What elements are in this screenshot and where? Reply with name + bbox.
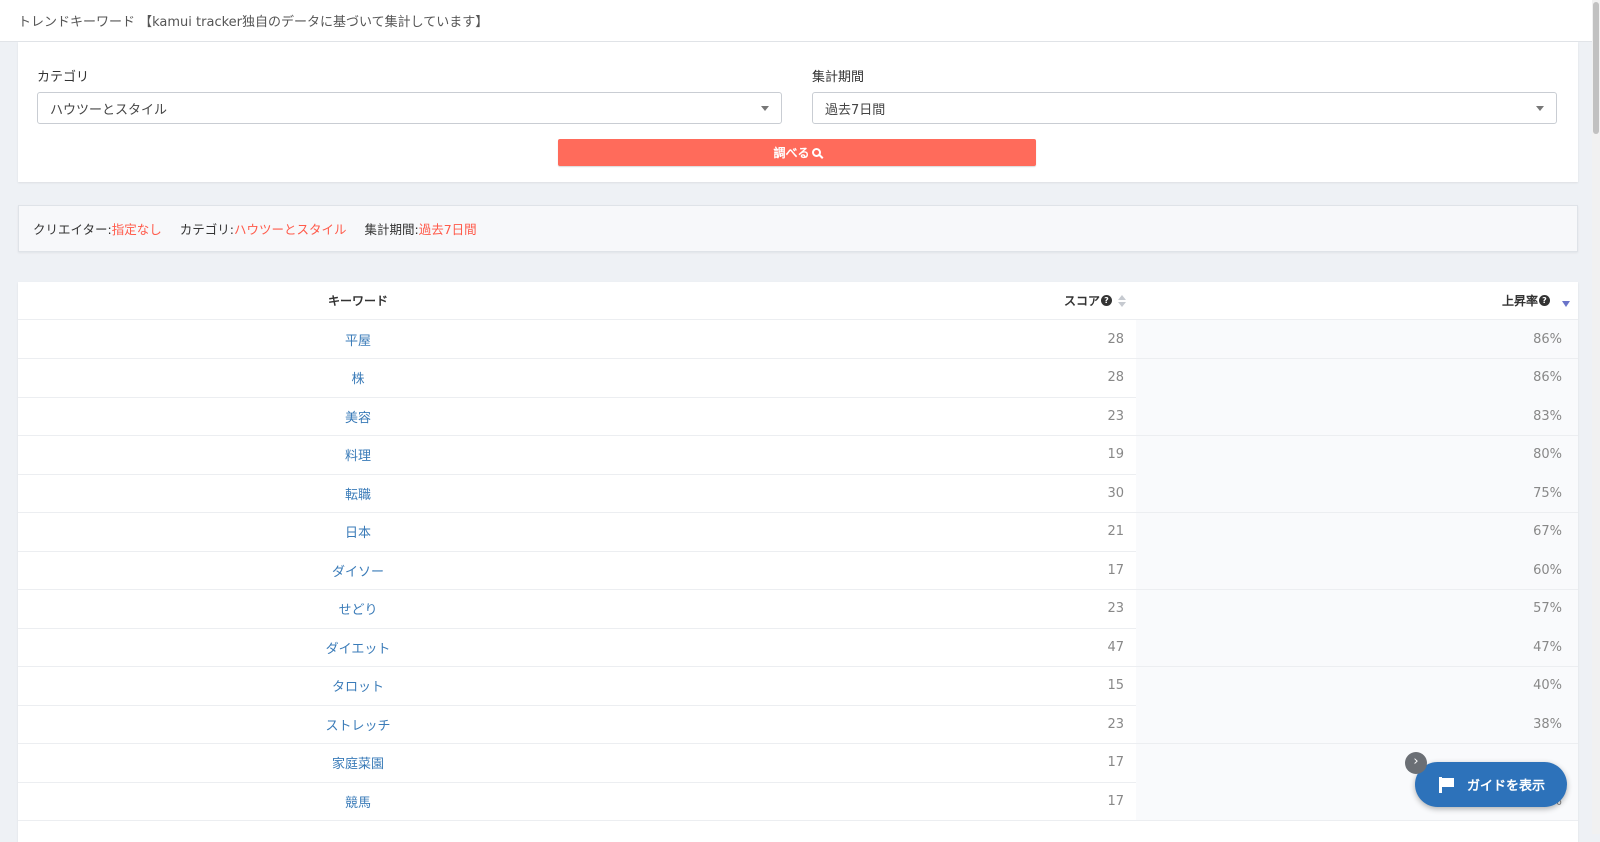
chevron-down-icon (761, 106, 769, 111)
keyword-table: キーワード スコア? 上昇率? 平屋 28 86% 株 28 86% 美容 23 83% 料理 19… (18, 282, 1578, 842)
category-label: カテゴリ (37, 70, 90, 85)
table-row: ストレッチ 23 38% (18, 705, 1578, 744)
flag-icon (1439, 776, 1455, 793)
show-guide-button[interactable]: ガイドを表示 (1415, 762, 1567, 807)
table-row: ダイエット 47 47% (18, 628, 1578, 667)
period-select[interactable]: 過去7日間 (812, 92, 1557, 124)
keyword-link[interactable]: せどり (338, 599, 377, 618)
summary-category-label: カテゴリ: (179, 222, 234, 237)
summary-creator-label: クリエイター: (33, 222, 112, 237)
score-value: 17 (1107, 793, 1124, 809)
rate-value: 57% (1533, 601, 1562, 616)
column-header-score-label: スコア (1063, 294, 1100, 308)
table-header: キーワード スコア? 上昇率? (18, 282, 1578, 320)
keyword-link[interactable]: 家庭菜園 (332, 753, 384, 772)
period-select-value: 過去7日間 (825, 102, 886, 118)
rate-value: 86% (1533, 331, 1562, 347)
column-header-score[interactable]: スコア? (698, 282, 1136, 319)
filter-summary: クリエイター:指定なし カテゴリ:ハウツーとスタイル 集計期間:過去7日間 (18, 205, 1578, 252)
column-header-keyword-label: キーワード (327, 294, 388, 308)
keyword-link[interactable]: 美容 (345, 407, 371, 426)
rate-value: 47% (1533, 639, 1562, 655)
score-value: 23 (1107, 716, 1124, 732)
page-title: トレンドキーワード 【kamui tracker独自のデータに基づいて集計してい… (0, 0, 1600, 42)
table-row: 競馬1733% (18, 782, 1578, 821)
table-row: 家庭菜園 17 (18, 743, 1578, 783)
column-header-keyword[interactable]: キーワード (18, 282, 698, 319)
rate-value: 83% (1533, 408, 1562, 424)
keyword-link[interactable]: 日本 (345, 522, 371, 541)
column-header-rate[interactable]: 上昇率? (1136, 282, 1578, 319)
keyword-link[interactable]: ダイソー (332, 561, 384, 580)
rate-value: 40% (1533, 678, 1562, 693)
summary-period-value: 過去7日間 (418, 222, 477, 237)
keyword-link[interactable]: 転職 (345, 484, 371, 503)
rate-value: 75% (1533, 485, 1562, 501)
keyword-link[interactable]: タロット (332, 676, 384, 695)
search-button[interactable]: 調べる (558, 139, 1036, 166)
table-row: 日本 21 67% (18, 512, 1578, 552)
rate-value: 60% (1533, 562, 1562, 578)
rate-value: 67% (1533, 524, 1562, 539)
category-select[interactable]: ハウツーとスタイル (37, 92, 782, 124)
table-row: せどり 23 57% (18, 589, 1578, 629)
score-value: 17 (1107, 562, 1124, 578)
filter-panel: カテゴリ ハウツーとスタイル 集計期間 過去7日間 調べる (18, 42, 1578, 182)
table-row: 料理 19 80% (18, 435, 1578, 475)
sort-desc-icon[interactable] (1562, 301, 1570, 307)
search-button-label: 調べる (773, 146, 810, 160)
summary-creator-value: 指定なし (111, 222, 162, 237)
table-row: 平屋 28 86% (18, 320, 1578, 359)
score-value: 47 (1107, 639, 1124, 655)
score-value: 15 (1107, 678, 1124, 693)
rate-value: 86% (1533, 370, 1562, 385)
help-icon[interactable]: ? (1539, 295, 1550, 306)
table-row: タロット 15 40% (18, 666, 1578, 706)
keyword-link[interactable]: 平屋 (345, 330, 371, 349)
category-select-value: ハウツーとスタイル (50, 102, 168, 118)
score-value: 23 (1107, 601, 1124, 616)
score-value: 28 (1107, 331, 1124, 347)
period-label: 集計期間 (812, 70, 865, 85)
summary-period-label: 集計期間: (364, 222, 419, 237)
keyword-link[interactable]: 競馬 (345, 792, 371, 811)
summary-category: カテゴリ:ハウツーとスタイル (180, 219, 347, 238)
scrollbar-thumb[interactable] (1593, 2, 1599, 134)
summary-creator: クリエイター:指定なし (33, 219, 162, 238)
column-header-rate-label: 上昇率 (1501, 294, 1538, 308)
score-value: 17 (1107, 755, 1124, 770)
keyword-link[interactable]: ダイエット (326, 638, 391, 657)
score-value: 19 (1107, 447, 1124, 462)
score-value: 23 (1107, 408, 1124, 424)
sort-icon[interactable] (1118, 295, 1126, 309)
table-row: ダイソー 17 60% (18, 551, 1578, 590)
chevron-right-icon[interactable]: › (1405, 752, 1427, 774)
summary-period: 集計期間:過去7日間 (364, 219, 476, 238)
table-row: 株 28 86% (18, 358, 1578, 398)
rate-value: 80% (1533, 447, 1562, 462)
table-row: 美容 23 83% (18, 397, 1578, 436)
summary-category-value: ハウツーとスタイル (233, 222, 347, 237)
score-value: 21 (1107, 524, 1124, 539)
scrollbar[interactable] (1592, 0, 1600, 834)
help-icon[interactable]: ? (1101, 295, 1112, 306)
chevron-down-icon (1536, 106, 1544, 111)
table-row: 転職 30 75% (18, 474, 1578, 513)
keyword-link[interactable]: 料理 (345, 445, 371, 464)
rate-value: 38% (1533, 716, 1562, 732)
keyword-link[interactable]: 株 (351, 368, 364, 387)
keyword-link[interactable]: ストレッチ (325, 715, 390, 734)
show-guide-label: ガイドを表示 (1467, 779, 1546, 794)
score-value: 30 (1107, 485, 1124, 501)
score-value: 28 (1107, 370, 1124, 385)
search-icon (811, 148, 821, 157)
